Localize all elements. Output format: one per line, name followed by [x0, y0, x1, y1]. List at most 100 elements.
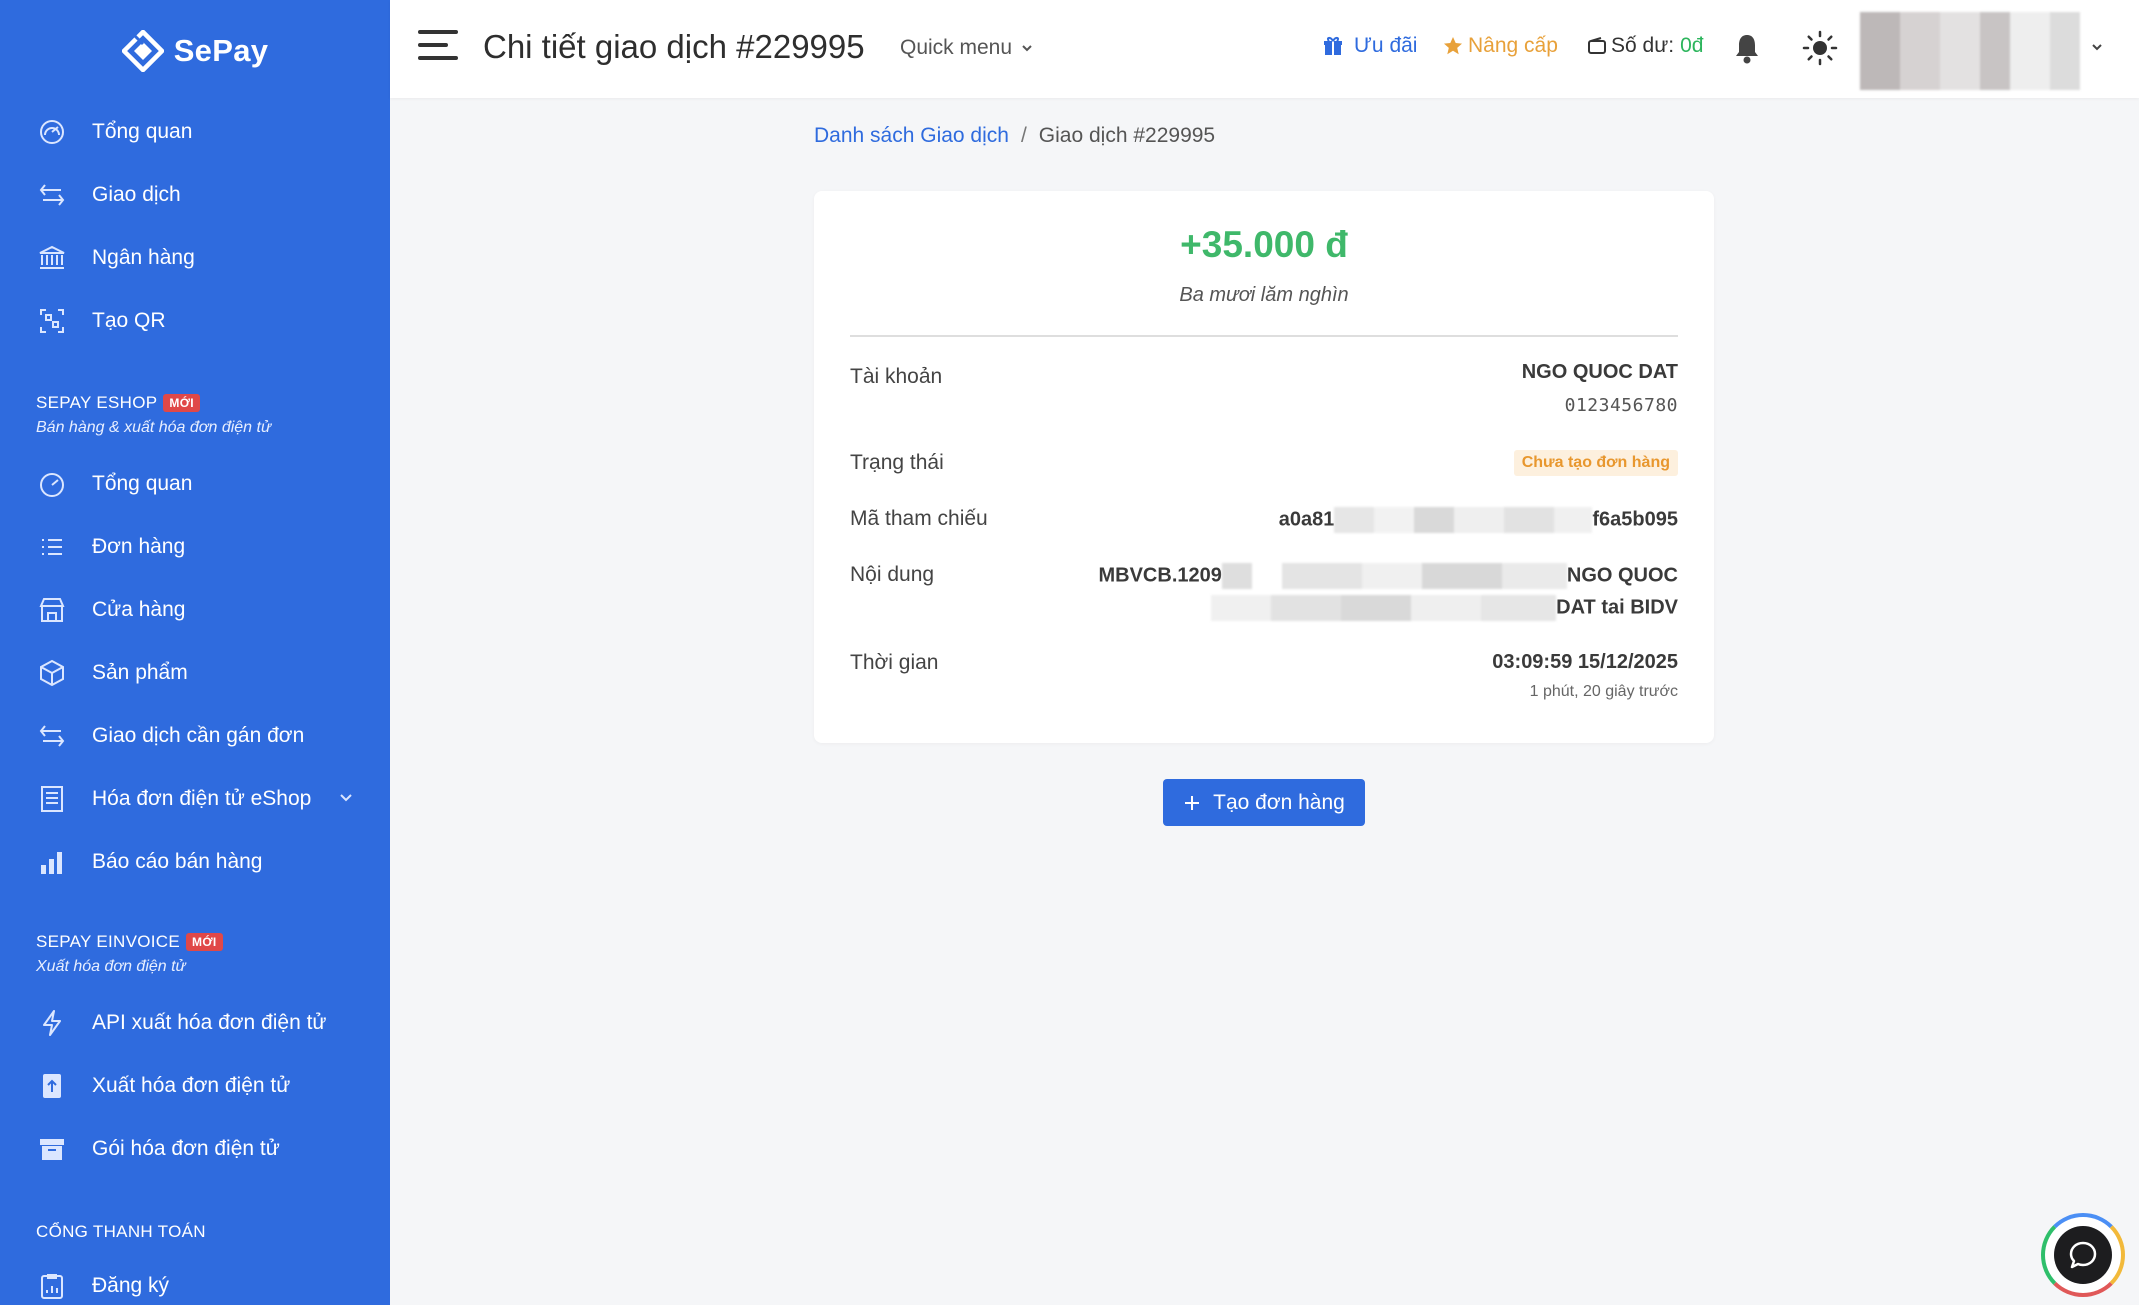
time-value: 03:09:59 15/12/2025: [1492, 651, 1678, 673]
sidebar-item-sales-report[interactable]: Báo cáo bán hàng: [0, 834, 390, 890]
star-icon: [1444, 37, 1462, 55]
sidebar-item-banks[interactable]: Ngân hàng: [0, 230, 390, 286]
sidebar-item-overview[interactable]: Tổng quan: [0, 104, 390, 160]
offers-label: Ưu đãi: [1354, 34, 1418, 57]
sidebar-item-products[interactable]: Sản phẩm: [0, 645, 390, 701]
theme-toggle-button[interactable]: [1802, 30, 1838, 66]
sidebar: SePay Tổng quan Giao dịch Ngân hàng Tạo …: [0, 0, 390, 1305]
sidebar-item-label: Xuất hóa đơn điện tử: [92, 1074, 291, 1097]
breadcrumb-current: Giao dịch #229995: [1038, 124, 1216, 147]
create-order-button[interactable]: Tạo đơn hàng: [1163, 779, 1365, 826]
wallet-icon: [1588, 37, 1606, 54]
sidebar-item-eshop-overview[interactable]: Tổng quan: [0, 456, 390, 512]
status-badge: Chưa tạo đơn hàng: [1513, 450, 1678, 476]
page-title: Chi tiết giao dịch #229995: [483, 28, 865, 65]
sidebar-item-create-qr[interactable]: Tạo QR: [0, 293, 390, 349]
quick-menu-label: Quick menu: [900, 36, 1013, 59]
offers-link[interactable]: Ưu đãi: [1322, 34, 1417, 58]
balance-display[interactable]: Số dư: 0đ: [1587, 34, 1703, 58]
quick-menu-dropdown[interactable]: Quick menu: [900, 36, 1034, 60]
sidebar-item-issue-einvoice[interactable]: Xuất hóa đơn điện tử: [0, 1058, 390, 1114]
receipt-icon: [36, 783, 68, 815]
bell-icon: [1736, 35, 1758, 64]
gift-icon: [1324, 37, 1342, 55]
sidebar-item-unassigned-transactions[interactable]: Giao dịch cần gán đơn: [0, 708, 390, 764]
section-eshop-subtitle: Bán hàng & xuất hóa đơn điện tử: [36, 419, 272, 436]
section-payment-gateway-title: CỔNG THANH TOÁN: [36, 1222, 206, 1241]
sidebar-item-einvoice-packages[interactable]: Gói hóa đơn điện tử: [0, 1121, 390, 1177]
chat-widget-button[interactable]: [2041, 1213, 2125, 1297]
lightning-icon: [36, 1007, 68, 1039]
sun-icon: [1802, 30, 1838, 66]
sidebar-item-eshop-einvoices[interactable]: Hóa đơn điện tử eShop: [0, 771, 390, 827]
clipboard-icon: [36, 1270, 68, 1302]
sidebar-item-label: Cửa hàng: [92, 598, 186, 621]
topbar: Chi tiết giao dịch #229995 Quick menu Ưu…: [390, 0, 2139, 98]
chevron-down-icon: [1022, 45, 1032, 52]
dashboard-icon: [36, 116, 68, 148]
time-label: Thời gian: [850, 651, 939, 674]
new-badge: MỚI: [186, 933, 223, 951]
content-line2-end: DAT tai BIDV: [1556, 596, 1678, 619]
notifications-button[interactable]: [1732, 32, 1762, 64]
new-badge: MỚI: [163, 394, 200, 412]
sidebar-item-stores[interactable]: Cửa hàng: [0, 582, 390, 638]
transaction-detail-card: +35.000 đ Ba mươi lăm nghìn Tài khoản NG…: [814, 191, 1714, 743]
sidebar-item-einvoice-api[interactable]: API xuất hóa đơn điện tử: [0, 995, 390, 1051]
reference-suffix: f6a5b095: [1592, 508, 1678, 531]
chevron-down-icon: [340, 794, 352, 802]
sidebar-item-label: Tổng quan: [92, 120, 193, 143]
archive-icon: [36, 1133, 68, 1165]
sidebar-item-label: Đăng ký: [92, 1274, 170, 1297]
account-number: 0123456780: [1564, 395, 1678, 416]
qr-code-icon: [36, 305, 68, 337]
breadcrumb: Danh sách Giao dịch / Giao dịch #229995: [814, 124, 1215, 148]
sidebar-item-register[interactable]: Đăng ký: [0, 1258, 390, 1305]
content-label: Nội dung: [850, 563, 935, 586]
divider: [850, 335, 1678, 337]
breadcrumb-transactions-link[interactable]: Danh sách Giao dịch: [814, 124, 1009, 148]
section-einvoice-header: SEPAY EINVOICE MỚI Xuất hóa đơn điện tử: [36, 932, 223, 976]
account-name: NGO QUOC DAT: [1521, 361, 1678, 383]
sidebar-item-label: Báo cáo bán hàng: [92, 850, 263, 873]
upgrade-link[interactable]: Nâng cấp: [1442, 34, 1558, 58]
store-icon: [36, 594, 68, 626]
bank-icon: [36, 242, 68, 274]
app-root: SePay Tổng quan Giao dịch Ngân hàng Tạo …: [0, 0, 2139, 1305]
user-avatar[interactable]: [1860, 12, 2080, 90]
balance-label: Số dư:: [1611, 34, 1675, 57]
breadcrumb-separator: /: [1020, 124, 1027, 147]
sidebar-item-label: Tạo QR: [92, 309, 166, 332]
list-icon: [36, 531, 68, 563]
redacted-block: [1211, 595, 1557, 621]
content-line-2: DAT tai BIDV: [1211, 595, 1678, 621]
redacted-block: [1334, 507, 1593, 533]
section-einvoice-subtitle: Xuất hóa đơn điện tử: [36, 958, 186, 975]
brand-name: SePay: [173, 33, 269, 68]
transfer-arrows-icon: [36, 720, 68, 752]
content-line-1: MBVCB.1209 NGO QUOC: [1098, 563, 1678, 589]
create-order-label: Tạo đơn hàng: [1213, 790, 1345, 814]
balance-value: 0đ: [1680, 34, 1704, 57]
chat-bubble-icon: [2054, 1226, 2112, 1284]
chevron-down-icon[interactable]: [2090, 40, 2104, 54]
sidebar-item-label: API xuất hóa đơn điện tử: [92, 1011, 327, 1034]
section-payment-gateway-header: CỔNG THANH TOÁN: [36, 1222, 206, 1242]
section-title: SEPAY ESHOP MỚI: [36, 393, 271, 413]
sidebar-item-label: Gói hóa đơn điện tử: [92, 1137, 280, 1160]
brand-logo[interactable]: SePay: [0, 26, 390, 76]
content-prefix: MBVCB.1209: [1098, 564, 1222, 587]
section-einvoice-title: SEPAY EINVOICE: [36, 932, 181, 951]
section-eshop-title: SEPAY ESHOP: [36, 393, 158, 412]
content-line1-end: NGO QUOC: [1566, 564, 1678, 587]
reference-value: a0a81 f6a5b095: [1279, 507, 1678, 533]
upload-file-icon: [36, 1070, 68, 1102]
time-relative: 1 phút, 20 giây trước: [1529, 683, 1678, 700]
menu-toggle-icon[interactable]: [418, 30, 458, 64]
sidebar-item-transactions[interactable]: Giao dịch: [0, 167, 390, 223]
sidebar-item-label: Ngân hàng: [92, 246, 195, 269]
sidebar-item-label: Sản phẩm: [92, 661, 188, 684]
sidebar-item-orders[interactable]: Đơn hàng: [0, 519, 390, 575]
transaction-amount: +35.000 đ: [1180, 224, 1348, 265]
redacted-block: [1221, 563, 1567, 589]
